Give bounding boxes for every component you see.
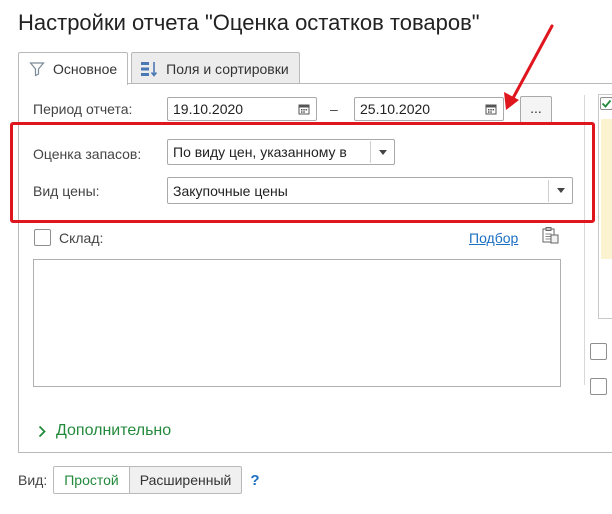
period-to-value: 25.10.2020 — [360, 101, 431, 117]
fields-sort-icon — [140, 60, 160, 78]
period-label: Период отчета: — [33, 101, 133, 117]
window-title: Настройки отчета "Оценка остатков товаро… — [18, 10, 480, 35]
tab-fields-sort[interactable]: Поля и сортировки — [131, 52, 300, 84]
warehouse-select-link[interactable]: Подбор — [469, 230, 518, 246]
tab-bar: Основное Поля и сортировки — [18, 52, 300, 85]
filter-icon — [27, 60, 47, 78]
more-section-label: Дополнительно — [56, 422, 172, 439]
tab-fields-sort-label: Поля и сортировки — [166, 60, 289, 77]
period-dash: – — [330, 101, 338, 117]
side-checkbox[interactable] — [590, 378, 607, 395]
period-to-field[interactable]: 25.10.2020 — [354, 97, 504, 121]
stock-eval-select[interactable]: По виду цен, указанному в — [167, 139, 395, 165]
mode-label: Вид: — [18, 472, 48, 488]
mode-segmented-control: Простой Расширенный — [53, 466, 243, 494]
mode-switch: Вид: Простой Расширенный ? — [18, 466, 260, 494]
calendar-icon[interactable] — [292, 98, 316, 120]
period-from-value: 19.10.2020 — [173, 101, 244, 117]
help-icon[interactable]: ? — [250, 472, 259, 489]
more-section-toggle[interactable]: Дополнительно — [38, 422, 171, 440]
chevron-down-icon[interactable] — [548, 179, 572, 202]
stock-eval-label: Оценка запасов: — [33, 146, 142, 162]
paste-list-icon[interactable] — [541, 226, 559, 244]
side-list[interactable] — [598, 94, 612, 319]
red-arrow-icon — [504, 24, 554, 110]
chevron-down-icon[interactable] — [370, 141, 394, 163]
tab-main[interactable]: Основное — [18, 52, 129, 85]
warehouse-list[interactable] — [33, 259, 561, 387]
mode-simple-button[interactable]: Простой — [53, 466, 130, 494]
price-type-label: Вид цены: — [33, 183, 100, 199]
period-from-field[interactable]: 19.10.2020 — [167, 97, 317, 121]
mode-extended-button[interactable]: Расширенный — [129, 466, 243, 494]
side-checkbox-checked[interactable] — [600, 97, 612, 110]
tab-main-label: Основное — [53, 61, 118, 77]
selected-row — [601, 119, 612, 259]
price-type-select[interactable]: Закупочные цены — [167, 177, 573, 204]
side-checkbox[interactable] — [590, 343, 607, 360]
chevron-right-icon — [38, 425, 46, 438]
warehouse-checkbox[interactable] — [34, 229, 51, 246]
divider — [584, 95, 585, 385]
price-type-value: Закупочные цены — [173, 182, 288, 199]
warehouse-label: Склад: — [59, 230, 104, 246]
stock-eval-value: По виду цен, указанному в — [173, 144, 347, 160]
